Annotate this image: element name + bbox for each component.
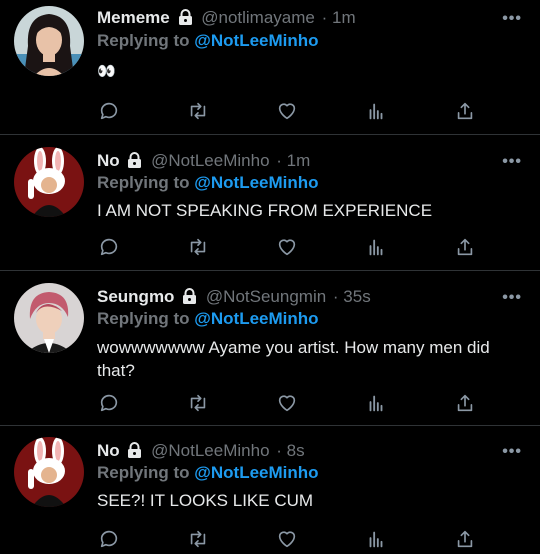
heart-icon (278, 103, 296, 120)
tweet-header: No @NotLeeMinho · 8s (97, 441, 305, 463)
replying-to: Replying to @NotLeeMinho (97, 463, 319, 483)
avatar[interactable] (14, 283, 84, 353)
display-name[interactable]: Seungmo (97, 287, 174, 306)
like-button[interactable] (275, 391, 299, 415)
replying-label: Replying to (97, 31, 190, 50)
username[interactable]: @notlimayame (201, 8, 315, 27)
share-icon (457, 530, 473, 548)
heart-icon (278, 239, 296, 256)
retweet-icon (190, 394, 206, 412)
analytics-button[interactable] (364, 391, 388, 415)
retweet-icon (190, 238, 206, 256)
woman-photo-avatar (14, 6, 84, 76)
more-options-button[interactable]: ••• (502, 153, 522, 171)
analytics-icon (369, 239, 383, 256)
reply-icon (100, 530, 118, 548)
tweet-actions (97, 99, 477, 123)
lock-icon (178, 9, 193, 30)
tweet-actions (97, 391, 477, 415)
retweet-button[interactable] (186, 391, 210, 415)
display-name[interactable]: Mememe (97, 8, 170, 27)
tweet-actions (97, 235, 477, 259)
like-button[interactable] (275, 99, 299, 123)
heart-icon (278, 531, 296, 548)
tweet-text: 👀 (97, 63, 116, 80)
retweet-button[interactable] (186, 235, 210, 259)
tweet-text: wowwwwwww Ayame you artist. How many men… (97, 338, 490, 380)
reply-icon (100, 238, 118, 256)
analytics-icon (369, 103, 383, 120)
bunny-costume-avatar (14, 437, 84, 507)
lock-icon (182, 288, 197, 309)
reply-target-link[interactable]: @NotLeeMinho (194, 309, 318, 328)
replying-to: Replying to @NotLeeMinho (97, 31, 319, 51)
share-icon (457, 238, 473, 256)
reply-button[interactable] (97, 527, 121, 551)
share-button[interactable] (453, 391, 477, 415)
display-name[interactable]: No (97, 441, 120, 460)
share-button[interactable] (453, 235, 477, 259)
share-icon (457, 394, 473, 412)
tweet-header: No @NotLeeMinho · 1m (97, 151, 310, 173)
retweet-button[interactable] (186, 99, 210, 123)
replying-label: Replying to (97, 309, 190, 328)
heart-icon (278, 395, 296, 412)
tweet[interactable]: No @NotLeeMinho · 1m ••• Replying to @No… (0, 134, 540, 271)
retweet-icon (190, 102, 206, 120)
timestamp[interactable]: · 8s (276, 441, 304, 460)
lock-icon (127, 152, 142, 173)
display-name[interactable]: No (97, 151, 120, 170)
replying-label: Replying to (97, 173, 190, 192)
avatar[interactable] (14, 437, 84, 507)
replying-to: Replying to @NotLeeMinho (97, 173, 319, 193)
like-button[interactable] (275, 235, 299, 259)
reply-button[interactable] (97, 235, 121, 259)
tweet-header: Mememe @notlimayame · 1m (97, 8, 356, 30)
username[interactable]: @NotLeeMinho (151, 441, 269, 460)
analytics-button[interactable] (364, 99, 388, 123)
reply-icon (100, 394, 118, 412)
retweet-icon (190, 530, 206, 548)
lock-icon (127, 442, 142, 463)
retweet-button[interactable] (186, 527, 210, 551)
reply-target-link[interactable]: @NotLeeMinho (194, 173, 318, 192)
avatar[interactable] (14, 147, 84, 217)
share-button[interactable] (453, 99, 477, 123)
share-button[interactable] (453, 527, 477, 551)
tweet[interactable]: Seungmo @NotSeungmin · 35s ••• Replying … (0, 270, 540, 426)
tweet-header: Seungmo @NotSeungmin · 35s (97, 287, 371, 309)
bunny-costume-avatar (14, 147, 84, 217)
more-options-button[interactable]: ••• (502, 10, 522, 28)
tweet-text: SEE?! IT LOOKS LIKE CUM (97, 491, 314, 510)
analytics-icon (369, 395, 383, 412)
replying-label: Replying to (97, 463, 190, 482)
share-icon (457, 102, 473, 120)
tweet[interactable]: Mememe @notlimayame · 1m ••• Replying to… (0, 0, 540, 135)
reply-button[interactable] (97, 99, 121, 123)
username[interactable]: @NotLeeMinho (151, 151, 269, 170)
analytics-button[interactable] (364, 527, 388, 551)
more-options-button[interactable]: ••• (502, 443, 522, 461)
tweet-text: I AM NOT SPEAKING FROM EXPERIENCE (97, 201, 433, 220)
reply-button[interactable] (97, 391, 121, 415)
timestamp[interactable]: · 1m (322, 8, 356, 27)
analytics-icon (369, 531, 383, 548)
reply-icon (100, 102, 118, 120)
replying-to: Replying to @NotLeeMinho (97, 309, 319, 329)
more-options-button[interactable]: ••• (502, 289, 522, 307)
tweet[interactable]: No @NotLeeMinho · 8s ••• Replying to @No… (0, 425, 540, 554)
tweet-actions (97, 527, 477, 551)
reply-target-link[interactable]: @NotLeeMinho (194, 31, 318, 50)
username[interactable]: @NotSeungmin (206, 287, 326, 306)
timestamp[interactable]: · 1m (276, 151, 310, 170)
analytics-button[interactable] (364, 235, 388, 259)
like-button[interactable] (275, 527, 299, 551)
man-photo-avatar (14, 283, 84, 353)
timestamp[interactable]: · 35s (333, 287, 371, 306)
avatar[interactable] (14, 6, 84, 76)
reply-target-link[interactable]: @NotLeeMinho (194, 463, 318, 482)
